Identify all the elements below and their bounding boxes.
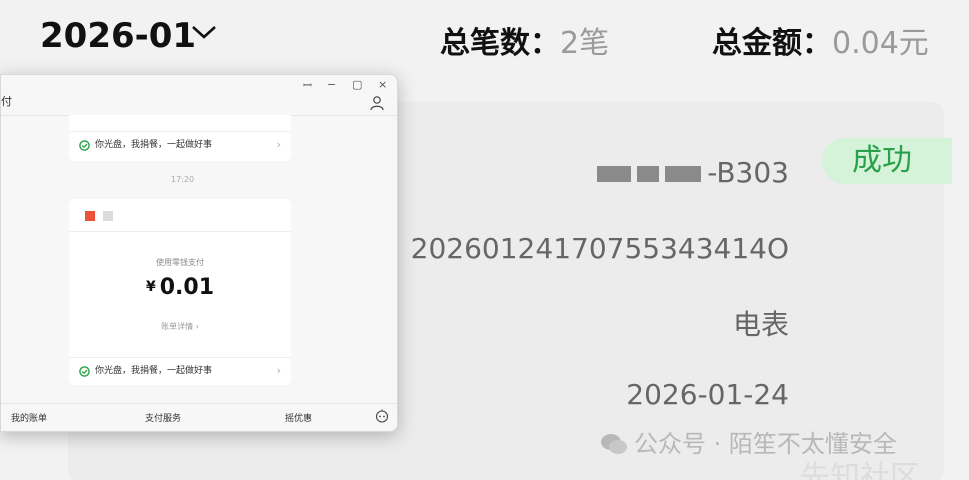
record-name-suffix: -B303 [707, 156, 789, 189]
site-watermark: 先知社区 [800, 460, 920, 480]
divider [1, 403, 397, 404]
payment-message[interactable]: 使用零钱支付 ¥0.01 账单详情 › 你光盘，我捐餐，一起做好事 › [69, 199, 291, 385]
total-amount: 总金额：0.04元 [712, 18, 929, 62]
chevron-down-icon[interactable] [190, 22, 218, 42]
message-link[interactable]: 你光盘，我捐餐，一起做好事 › [69, 131, 291, 157]
user-icon[interactable] [369, 95, 385, 111]
tab-my-bills[interactable]: 我的账单 [11, 411, 47, 424]
chevron-right-icon: › [276, 138, 281, 151]
total-count: 总笔数：2笔 [440, 18, 609, 62]
month-selector[interactable]: 2026-01 [40, 16, 196, 56]
divider [69, 231, 291, 232]
amount-value: 0.01 [159, 275, 215, 300]
record-type: 电表 [732, 308, 789, 341]
total-amount-value: 0.04元 [832, 26, 929, 61]
record-name: -B303 [597, 156, 789, 189]
record-order-number: 20260124170755343414O [410, 232, 789, 265]
payment-method: 使用零钱支付 [156, 258, 204, 267]
message-link[interactable]: 你光盘，我捐餐，一起做好事 › [69, 357, 291, 383]
currency-symbol: ¥ [145, 279, 156, 295]
message-link-label: 你光盘，我捐餐，一起做好事 [95, 366, 213, 376]
total-count-label: 总笔数： [440, 26, 560, 61]
window-title: 付 [1, 95, 12, 108]
payment-message[interactable]: 你光盘，我捐餐，一起做好事 › [69, 115, 291, 161]
summary-header: 2026-01 总笔数：2笔 总金额：0.04元 [0, 0, 969, 78]
heart-shield-icon [79, 140, 90, 151]
record-date: 2026-01-24 [626, 378, 789, 411]
minimize-icon[interactable]: − [327, 78, 336, 91]
chevron-right-icon: › [276, 364, 281, 377]
redacted-text [665, 166, 702, 182]
robot-icon[interactable] [375, 409, 389, 423]
tab-shake-offers[interactable]: 摇优惠 [285, 411, 312, 424]
merchant-logo [85, 211, 95, 221]
merchant-name-redacted [103, 211, 113, 221]
wechat-icon [601, 434, 627, 454]
status-badge: 成功 [822, 138, 952, 184]
chat-window[interactable]: 付 ꟷ − ▢ × 你光盘，我捐餐，一起做好事 › 17:20 使用零钱支付 ¥… [0, 74, 398, 432]
total-count-value: 2笔 [560, 26, 610, 61]
bill-details-link[interactable]: 账单详情 › [69, 321, 291, 332]
redacted-text [597, 166, 632, 182]
tab-pay-services[interactable]: 支付服务 [145, 411, 181, 424]
maximize-icon[interactable]: ▢ [352, 78, 362, 91]
close-icon[interactable]: × [378, 78, 387, 91]
message-time: 17:20 [171, 175, 195, 184]
message-link-label: 你光盘，我捐餐，一起做好事 [95, 140, 213, 150]
redacted-text [637, 166, 660, 182]
total-amount-label: 总金额： [712, 26, 832, 61]
pin-icon[interactable]: ꟷ [303, 78, 312, 93]
payment-amount: ¥0.01 [69, 275, 291, 300]
heart-shield-icon [79, 366, 90, 377]
